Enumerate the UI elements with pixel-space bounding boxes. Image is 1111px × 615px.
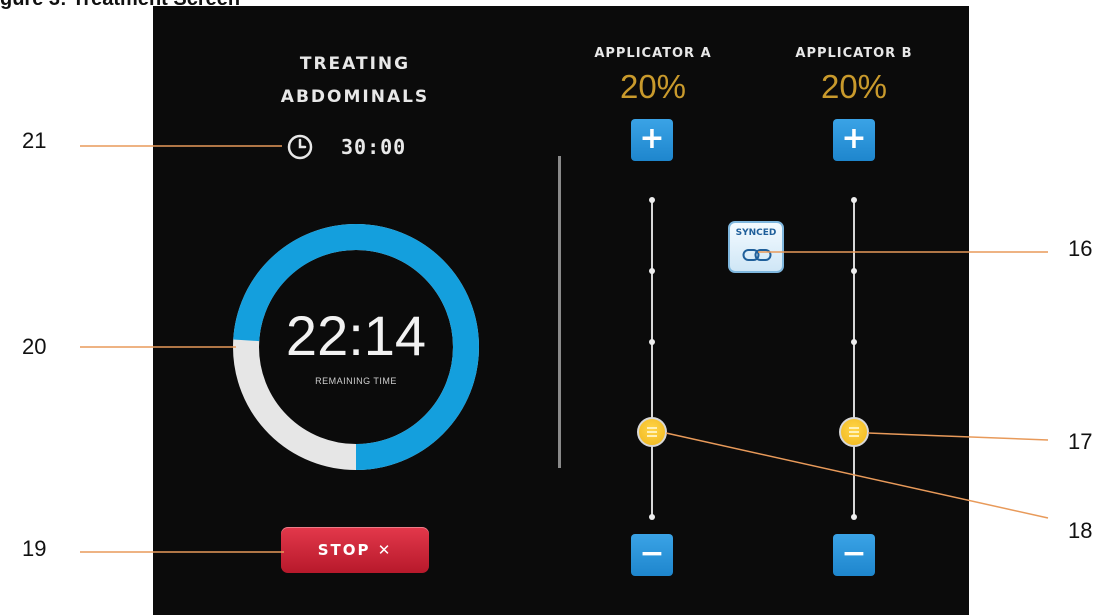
callout-16: 16 <box>1068 236 1093 261</box>
callout-19: 19 <box>22 536 47 561</box>
callout-20: 20 <box>22 334 47 359</box>
callout-17: 17 <box>1068 429 1093 454</box>
callout-line-18 <box>665 432 1049 519</box>
callout-lines <box>80 145 1049 553</box>
callout-21: 21 <box>22 128 47 153</box>
callout-18: 18 <box>1068 518 1093 543</box>
callout-line-17 <box>867 432 1049 441</box>
